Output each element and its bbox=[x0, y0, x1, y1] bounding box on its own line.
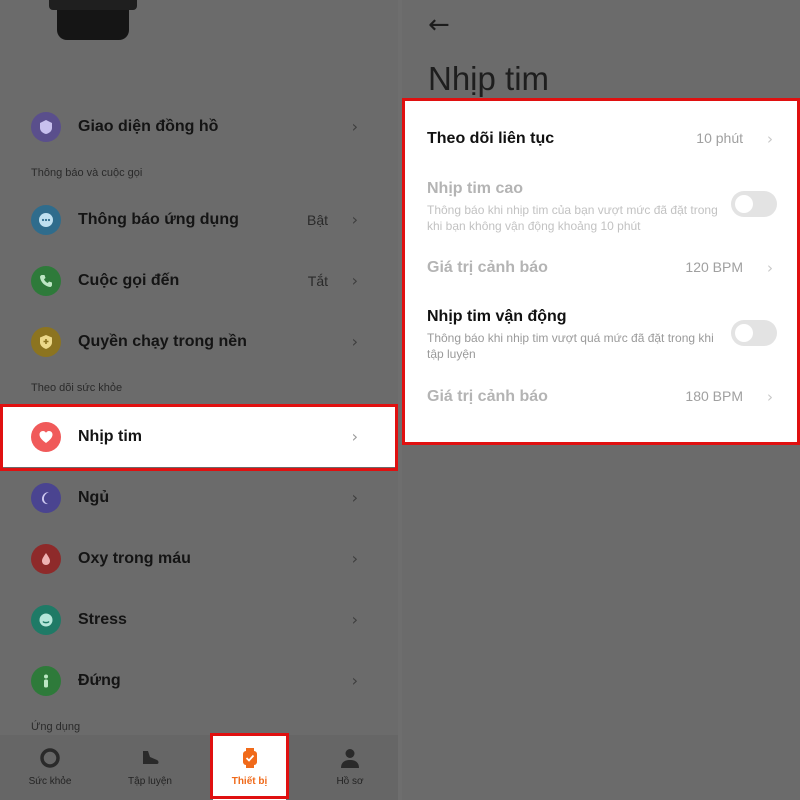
profile-icon bbox=[341, 749, 359, 768]
chevron-right-icon: › bbox=[351, 610, 358, 629]
stress-icon bbox=[31, 604, 61, 635]
menu-value: Bật bbox=[306, 211, 328, 228]
menu-background-permission[interactable]: Quyền chạy trong nền › bbox=[0, 311, 398, 372]
chevron-right-icon: › bbox=[767, 388, 773, 406]
chevron-right-icon: › bbox=[351, 488, 358, 507]
nav-health[interactable]: Sức khỏe bbox=[5, 735, 95, 800]
exercise-heart-rate-toggle[interactable] bbox=[731, 320, 777, 346]
heart-rate-settings-card: Theo dõi liên tục 10 phút › Nhịp tim cao… bbox=[402, 98, 800, 445]
setting-alert-value-1[interactable]: Giá trị cảnh báo 120 BPM › bbox=[427, 259, 777, 277]
phone-icon bbox=[31, 265, 61, 296]
heart-rate-settings-panel: ← Nhịp tim Theo dõi liên tục 10 phút › N… bbox=[402, 0, 800, 800]
menu-label: Nhịp tim bbox=[78, 427, 142, 445]
drop-icon bbox=[31, 543, 61, 574]
moon-icon bbox=[31, 482, 61, 513]
section-apps-heading: Ứng dụng bbox=[31, 721, 81, 733]
setting-continuous-monitoring[interactable]: Theo dõi liên tục 10 phút › bbox=[427, 130, 777, 148]
device-settings-panel: Giao diện đồng hồ › Thông báo và cuộc gọ… bbox=[0, 0, 398, 800]
setting-value: 10 phút bbox=[696, 130, 743, 146]
chevron-right-icon: › bbox=[351, 549, 358, 568]
setting-alert-value-2[interactable]: Giá trị cảnh báo 180 BPM › bbox=[427, 388, 777, 406]
standing-icon bbox=[31, 665, 61, 696]
setting-value: 120 BPM bbox=[685, 259, 743, 275]
chevron-right-icon: › bbox=[767, 259, 773, 277]
bottom-navigation: Sức khỏe Tập luyện Thiết bị Hồ sơ bbox=[0, 735, 398, 800]
setting-exercise-heart-rate: Nhịp tim vận động Thông báo khi nhịp tim… bbox=[427, 308, 777, 362]
nav-label: Sức khỏe bbox=[28, 776, 72, 787]
menu-label: Ngủ bbox=[78, 488, 110, 506]
menu-blood-oxygen[interactable]: Oxy trong máu › bbox=[0, 528, 398, 589]
nav-label: Tập luyện bbox=[128, 776, 172, 787]
menu-value: Tắt bbox=[307, 272, 328, 289]
menu-stress[interactable]: Stress › bbox=[0, 589, 398, 650]
chevron-right-icon: › bbox=[767, 130, 773, 148]
menu-heart-rate[interactable]: Nhịp tim › bbox=[1, 406, 397, 467]
chevron-right-icon: › bbox=[351, 671, 358, 690]
heart-icon bbox=[31, 421, 61, 452]
setting-label: Nhịp tim vận động bbox=[427, 308, 567, 325]
nav-label: Hồ sơ bbox=[336, 776, 364, 787]
health-ring-icon bbox=[40, 748, 60, 768]
chevron-right-icon: › bbox=[351, 332, 358, 351]
watch-face-icon bbox=[31, 111, 61, 142]
section-health-heading: Theo dõi sức khỏe bbox=[31, 382, 123, 394]
setting-label: Nhịp tim cao bbox=[427, 180, 524, 197]
menu-incoming-calls[interactable]: Cuộc gọi đến Tắt › bbox=[0, 250, 398, 311]
watch-icon bbox=[242, 748, 257, 768]
shield-icon bbox=[31, 326, 61, 357]
setting-value: 180 BPM bbox=[685, 388, 743, 404]
menu-sleep[interactable]: Ngủ › bbox=[0, 467, 398, 528]
chevron-right-icon: › bbox=[351, 210, 358, 229]
setting-high-heart-rate: Nhịp tim cao Thông báo khi nhịp tim của … bbox=[427, 180, 777, 234]
back-arrow-icon[interactable]: ← bbox=[428, 10, 450, 40]
chat-icon bbox=[31, 204, 61, 235]
watch-image bbox=[49, 0, 137, 40]
section-notifications-heading: Thông báo và cuộc gọi bbox=[31, 167, 143, 179]
setting-description: Thông báo khi nhịp tim của bạn vượt mức … bbox=[427, 203, 718, 233]
setting-description: Thông báo khi nhịp tim vượt quá mức đã đ… bbox=[427, 331, 714, 361]
nav-device[interactable]: Thiết bị bbox=[213, 735, 286, 800]
menu-watch-face[interactable]: Giao diện đồng hồ › bbox=[0, 96, 398, 157]
menu-label: Oxy trong máu bbox=[78, 549, 191, 567]
menu-label: Đứng bbox=[78, 671, 121, 689]
nav-profile[interactable]: Hồ sơ bbox=[305, 735, 395, 800]
nav-workout[interactable]: Tập luyện bbox=[105, 735, 195, 800]
nav-label: Thiết bị bbox=[231, 776, 268, 787]
shoe-icon bbox=[143, 751, 159, 764]
chevron-right-icon: › bbox=[351, 117, 358, 136]
menu-label: Quyền chạy trong nền bbox=[78, 332, 247, 350]
menu-label: Cuộc gọi đến bbox=[78, 271, 180, 289]
chevron-right-icon: › bbox=[351, 427, 358, 446]
menu-label: Giao diện đồng hồ bbox=[78, 117, 219, 135]
menu-app-notifications[interactable]: Thông báo ứng dụng Bật › bbox=[0, 189, 398, 250]
menu-label: Stress bbox=[78, 610, 127, 628]
page-title: Nhịp tim bbox=[428, 60, 550, 97]
chevron-right-icon: › bbox=[351, 271, 358, 290]
high-heart-rate-toggle[interactable] bbox=[731, 191, 777, 217]
menu-standing[interactable]: Đứng › bbox=[0, 650, 398, 711]
menu-label: Thông báo ứng dụng bbox=[78, 210, 239, 228]
